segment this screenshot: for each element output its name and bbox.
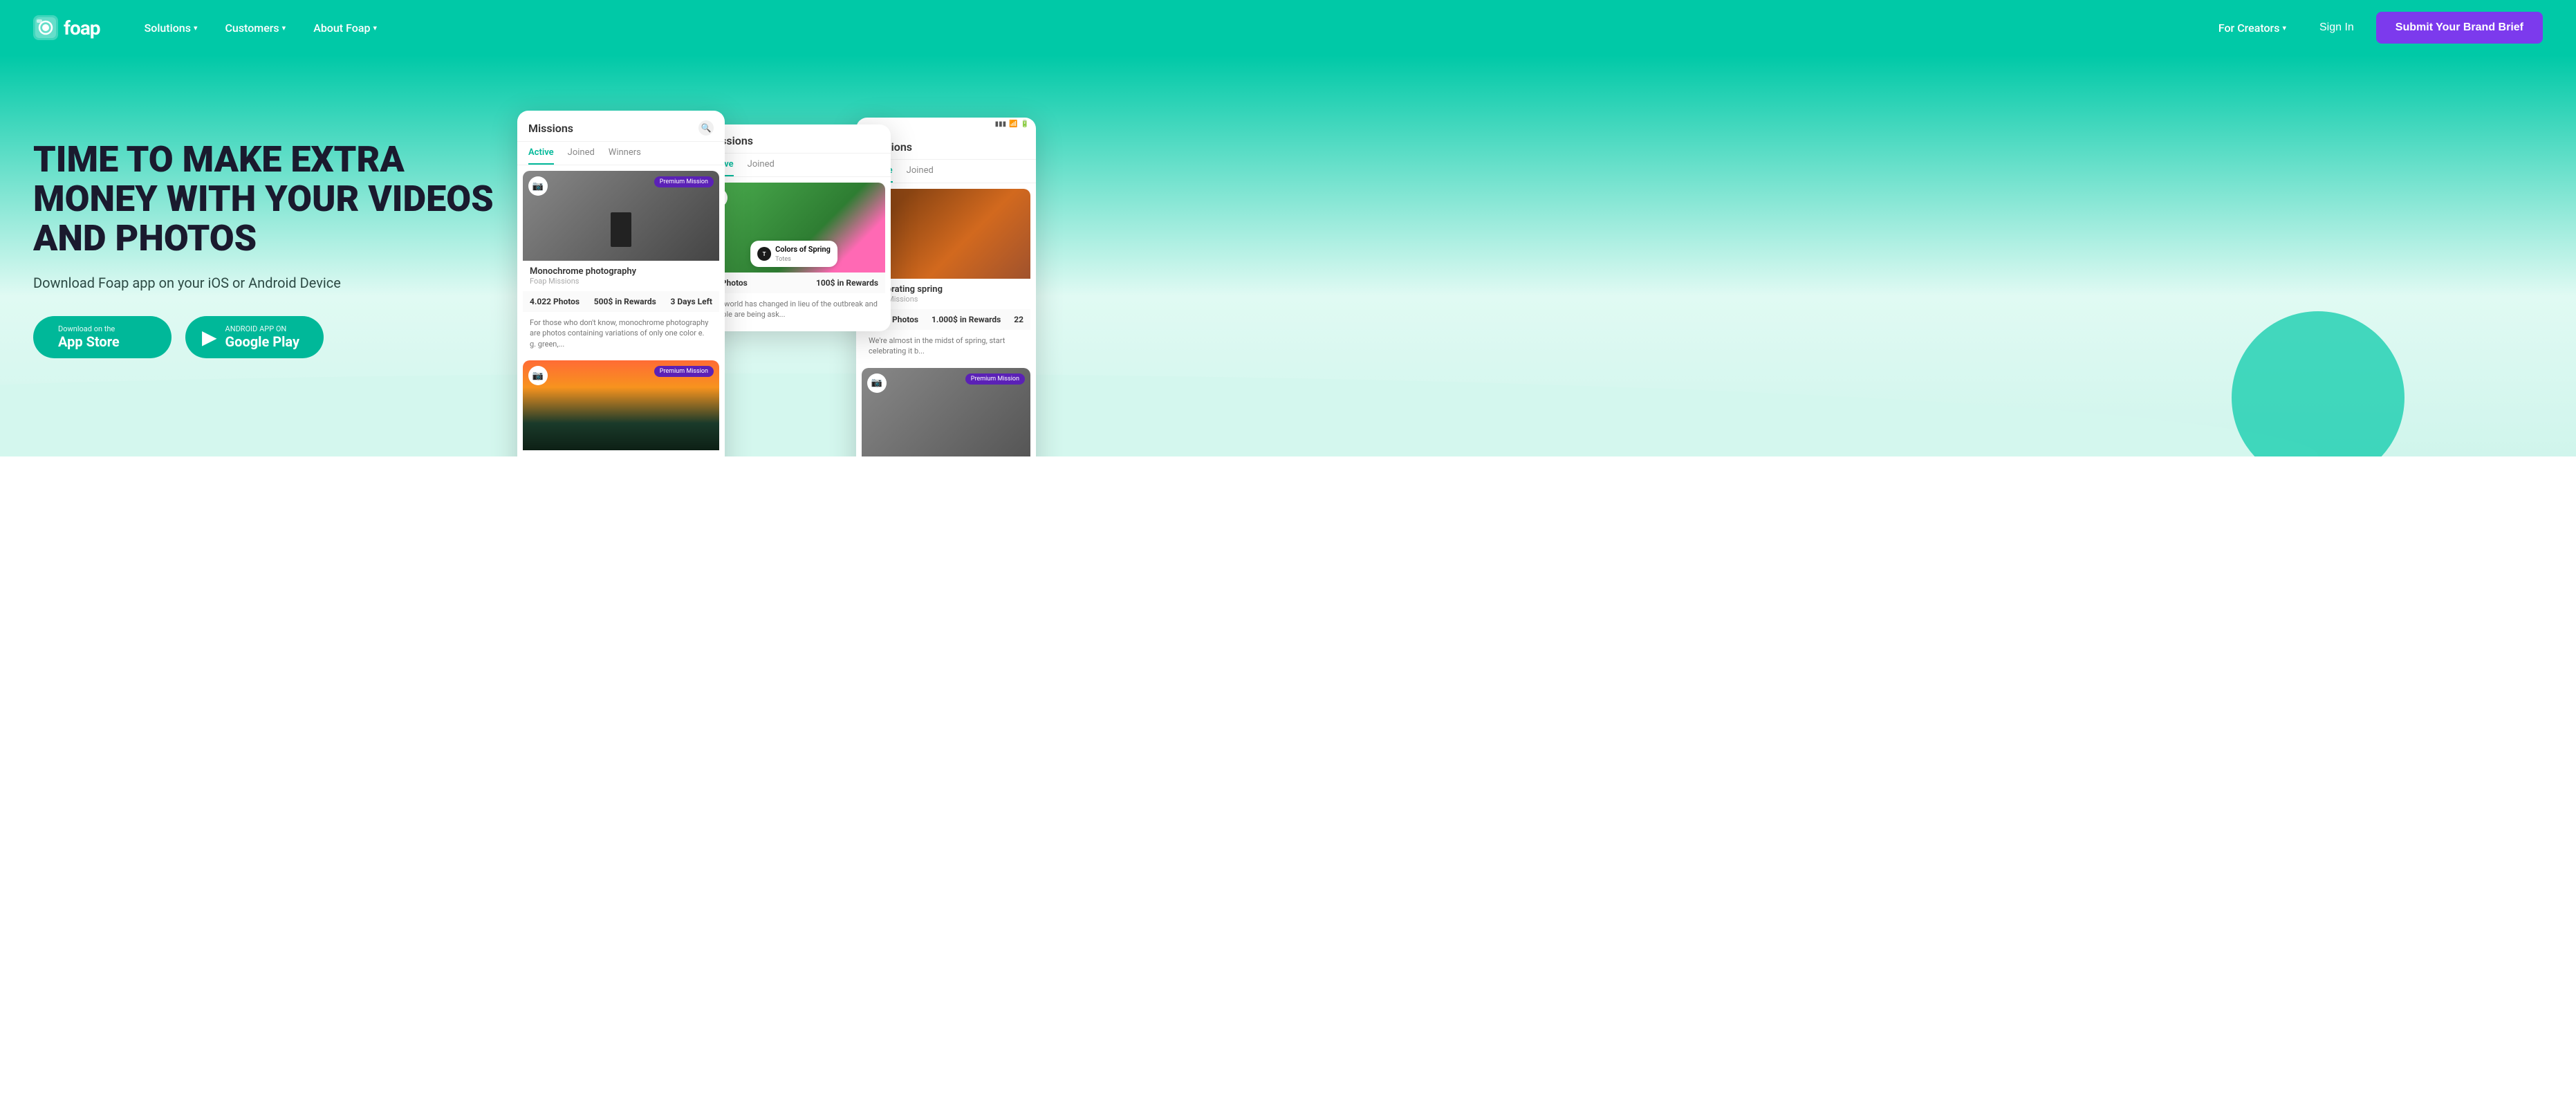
mission-name-spring: Celebrating spring bbox=[869, 284, 1023, 295]
foap-logo-icon bbox=[33, 15, 58, 40]
tote-icon: T bbox=[757, 247, 771, 261]
logo[interactable]: foap bbox=[33, 15, 100, 40]
mission-stats-mono: 4.022 Photos 500$ in Rewards 3 Days Left bbox=[523, 291, 719, 312]
sign-in-button[interactable]: Sign In bbox=[2308, 16, 2365, 39]
tab-winners[interactable]: Winners bbox=[609, 142, 641, 165]
phone-secondary-tabs: Active Joined bbox=[697, 154, 891, 177]
premium-badge: Premium Mission bbox=[654, 176, 714, 187]
nav-for-creators[interactable]: For Creators ▾ bbox=[2207, 16, 2297, 40]
navbar: foap Solutions ▾ Customers ▾ About Foap … bbox=[0, 0, 2576, 55]
mission-sub-mono: Foap Missions bbox=[530, 277, 712, 286]
mission-name-mono: Monochrome photography bbox=[530, 266, 712, 277]
tab-joined-2[interactable]: Joined bbox=[748, 154, 775, 176]
google-play-big-text: Google Play bbox=[225, 333, 300, 350]
camera-badge-2: 📷 bbox=[528, 366, 548, 385]
teal-bubble bbox=[2232, 311, 2404, 456]
chevron-down-icon: ▾ bbox=[2282, 24, 2286, 33]
nav-links: Solutions ▾ Customers ▾ About Foap ▾ bbox=[133, 16, 2207, 40]
hero-title: TIME TO MAKE EXTRA MONEY WITH YOUR VIDEO… bbox=[33, 140, 517, 259]
premium-badge-smile: Premium Mission bbox=[965, 373, 1025, 385]
app-store-big-text: App Store bbox=[58, 333, 120, 350]
phone-main-tabs: Active Joined Winners bbox=[517, 142, 725, 165]
phone-mockup-secondary: Missions Active Joined 📷 T Colors of Spr… bbox=[697, 124, 891, 331]
google-play-small-text: ANDROID APP ON bbox=[225, 324, 287, 333]
phone-mockup-main: Missions 🔍 Active Joined Winners 📷 Premi… bbox=[517, 111, 725, 456]
mission-card-sunrise: 📷 Premium Mission Sunrises and sunsets o… bbox=[523, 360, 719, 456]
chevron-down-icon: ▾ bbox=[373, 24, 377, 33]
nav-solutions[interactable]: Solutions ▾ bbox=[133, 16, 209, 40]
google-play-icon: ▶ bbox=[202, 326, 217, 349]
mission-card-smile: 📷 Premium Mission Smile! 😊 Foap Missions bbox=[862, 368, 1030, 456]
hero-section: TIME TO MAKE EXTRA MONEY WITH YOUR VIDEO… bbox=[0, 55, 2576, 456]
camera-badge: 📷 bbox=[528, 176, 548, 196]
app-store-button[interactable]: Download on the App Store bbox=[33, 316, 172, 358]
hero-subtitle: Download Foap app on your iOS or Android… bbox=[33, 275, 517, 291]
camera-badge-5: 📷 bbox=[867, 373, 887, 393]
mission-stats-colors: 49 Photos 100$ in Rewards bbox=[703, 273, 885, 293]
app-store-small-text: Download on the bbox=[58, 324, 115, 333]
mission-card-colors: 📷 T Colors of SpringTotes 49 Photos 100$… bbox=[703, 183, 885, 326]
chevron-down-icon: ▾ bbox=[194, 24, 198, 33]
hero-content: TIME TO MAKE EXTRA MONEY WITH YOUR VIDEO… bbox=[33, 140, 517, 400]
hero-phones: Missions 🔍 Active Joined Winners 📷 Premi… bbox=[517, 97, 2543, 443]
mission-desc-colors: The world has changed in lieu of the out… bbox=[703, 293, 885, 326]
nav-right: For Creators ▾ Sign In Submit Your Brand… bbox=[2207, 12, 2543, 44]
mission-desc-spring: We're almost in the midst of spring, sta… bbox=[862, 330, 1030, 362]
download-buttons: Download on the App Store ▶ ANDROID APP … bbox=[33, 316, 517, 358]
search-icon: 🔍 bbox=[698, 120, 714, 136]
mission-sub-spring: Foap Missions bbox=[869, 295, 1023, 304]
tote-text: Colors of SpringTotes bbox=[775, 245, 831, 263]
phone-main-title: Missions bbox=[528, 122, 573, 135]
mission-card-mono: 📷 Premium Mission Monochrome photography… bbox=[523, 171, 719, 355]
tab-active[interactable]: Active bbox=[528, 142, 554, 165]
submit-brand-brief-button[interactable]: Submit Your Brand Brief bbox=[2376, 12, 2543, 44]
logo-text: foap bbox=[64, 17, 100, 39]
tote-badge: T Colors of SpringTotes bbox=[750, 241, 837, 267]
nav-customers[interactable]: Customers ▾ bbox=[214, 16, 297, 40]
tab-joined-3[interactable]: Joined bbox=[907, 160, 934, 183]
google-play-button[interactable]: ▶ ANDROID APP ON Google Play bbox=[185, 316, 324, 358]
nav-about[interactable]: About Foap ▾ bbox=[302, 16, 388, 40]
tab-joined[interactable]: Joined bbox=[568, 142, 595, 165]
mission-desc-mono: For those who don't know, monochrome pho… bbox=[523, 312, 719, 355]
chevron-down-icon: ▾ bbox=[282, 24, 286, 33]
premium-badge-2: Premium Mission bbox=[654, 366, 714, 377]
